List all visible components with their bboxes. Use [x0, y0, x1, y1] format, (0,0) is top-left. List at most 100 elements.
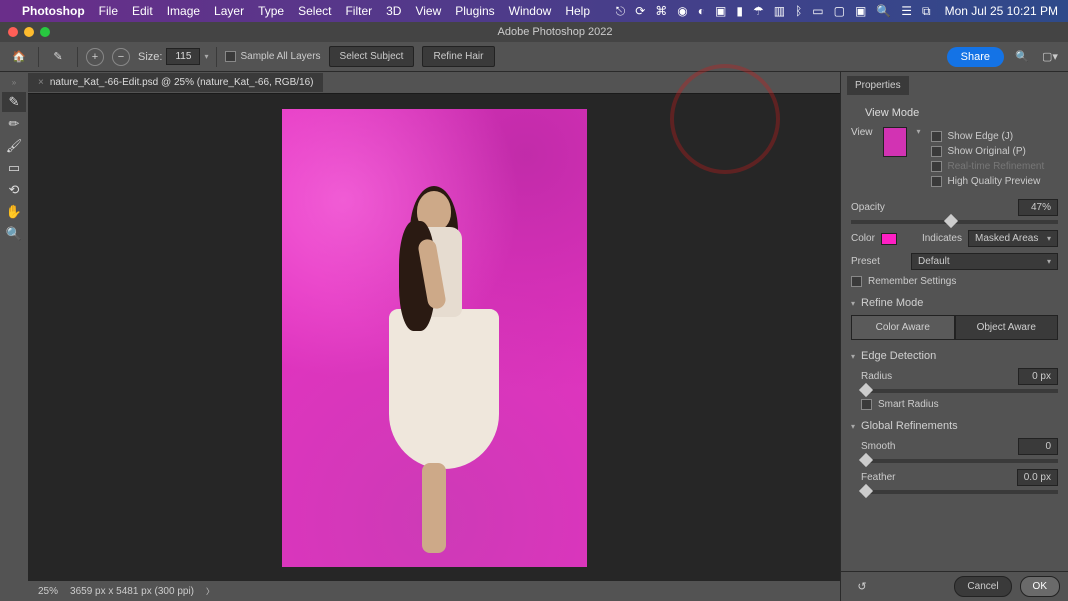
reset-icon[interactable]: ↺ — [853, 578, 871, 596]
radius-value[interactable]: 0 px — [1018, 368, 1058, 385]
refine-hair-button[interactable]: Refine Hair — [422, 46, 494, 67]
tools-expander-icon[interactable]: » — [12, 76, 16, 88]
ok-button[interactable]: OK — [1020, 576, 1060, 597]
size-input[interactable]: 115 — [166, 48, 200, 65]
properties-panel: Properties View Mode View ▾ Show Edge (J… — [840, 72, 1068, 601]
status-app1-icon[interactable]: ◉ — [677, 4, 687, 18]
feather-value[interactable]: 0.0 px — [1017, 469, 1058, 486]
app-name[interactable]: Photoshop — [22, 4, 85, 18]
status-sync-icon[interactable]: ⟳ — [635, 4, 645, 18]
color-aware-segment[interactable]: Color Aware — [851, 315, 955, 340]
status-bt-icon[interactable]: ᛒ — [795, 4, 802, 18]
workspace-icon[interactable]: ▢▾ — [1040, 47, 1060, 67]
remember-settings-checkbox[interactable]: Remember Settings — [851, 276, 1058, 287]
preset-dropdown[interactable]: Default▾ — [911, 253, 1058, 270]
status-app2-icon[interactable]: ◐ — [698, 4, 705, 18]
smooth-slider[interactable] — [861, 459, 1058, 463]
size-dropdown-icon[interactable]: ▾ — [204, 52, 208, 61]
opacity-value[interactable]: 47% — [1018, 199, 1058, 216]
smooth-value[interactable]: 0 — [1018, 438, 1058, 455]
document-tab[interactable]: × nature_Kat_-66-Edit.psd @ 25% (nature_… — [28, 73, 323, 92]
opacity-label: Opacity — [851, 202, 885, 213]
radius-slider[interactable] — [861, 389, 1058, 393]
status-camera-icon[interactable]: ▣ — [855, 4, 866, 18]
menu-plugins[interactable]: Plugins — [455, 4, 494, 18]
document-tab-label: nature_Kat_-66-Edit.psd @ 25% (nature_Ka… — [50, 77, 314, 88]
add-brush-icon[interactable]: + — [86, 48, 104, 66]
traffic-lights — [8, 27, 50, 37]
close-tab-icon[interactable]: × — [38, 77, 44, 88]
subtract-brush-icon[interactable]: − — [112, 48, 130, 66]
window-titlebar: Adobe Photoshop 2022 — [0, 22, 1068, 42]
hq-preview-checkbox[interactable]: High Quality Preview — [931, 176, 1058, 187]
indicates-label: Indicates — [922, 233, 962, 244]
menu-window[interactable]: Window — [509, 4, 552, 18]
menu-type[interactable]: Type — [258, 4, 284, 18]
smart-radius-checkbox[interactable]: Smart Radius — [861, 399, 1058, 410]
status-umbrella-icon[interactable]: ☂ — [753, 4, 764, 18]
menu-file[interactable]: File — [99, 4, 118, 18]
menu-edit[interactable]: Edit — [132, 4, 153, 18]
menu-help[interactable]: Help — [565, 4, 590, 18]
canvas[interactable] — [28, 94, 840, 581]
sample-all-layers-checkbox[interactable]: Sample All Layers — [225, 51, 320, 62]
menu-view[interactable]: View — [415, 4, 441, 18]
search-icon[interactable]: 🔍 — [1012, 47, 1032, 67]
menu-image[interactable]: Image — [167, 4, 200, 18]
edge-detection-header[interactable]: ▾ Edge Detection — [851, 350, 1058, 362]
show-original-checkbox[interactable]: Show Original (P) — [931, 146, 1058, 157]
zoom-window-icon[interactable] — [40, 27, 50, 37]
zoom-level[interactable]: 25% — [38, 586, 58, 597]
object-select-tool-icon[interactable]: ▭ — [2, 158, 26, 178]
indicates-dropdown[interactable]: Masked Areas▾ — [968, 230, 1058, 247]
hand-tool-icon[interactable]: ✋ — [2, 202, 26, 222]
status-fan-icon[interactable]: ⎋ — [616, 4, 626, 19]
status-bookmark-icon[interactable]: ▮ — [736, 4, 743, 18]
status-wifi-icon[interactable]: ⧉ — [922, 4, 931, 19]
minimize-window-icon[interactable] — [24, 27, 34, 37]
menu-filter[interactable]: Filter — [345, 4, 372, 18]
panel-footer: ↺ Cancel OK — [841, 571, 1068, 601]
feather-slider[interactable] — [861, 490, 1058, 494]
properties-tab[interactable]: Properties — [847, 76, 909, 95]
document-dimensions[interactable]: 3659 px x 5481 px (300 ppi) — [70, 586, 194, 597]
status-display-icon[interactable]: ▢ — [834, 4, 845, 18]
cancel-button[interactable]: Cancel — [954, 576, 1011, 597]
object-aware-segment[interactable]: Object Aware — [955, 315, 1059, 340]
zoom-tool-icon[interactable]: 🔍 — [2, 224, 26, 244]
show-edge-checkbox[interactable]: Show Edge (J) — [931, 131, 1058, 142]
home-icon[interactable]: 🏠 — [8, 46, 30, 68]
brush-tool-icon[interactable]: 🖌 — [2, 136, 26, 156]
color-swatch[interactable] — [881, 233, 897, 245]
view-dropdown-icon[interactable]: ▾ — [917, 127, 921, 136]
select-subject-button[interactable]: Select Subject — [329, 46, 415, 67]
refine-edge-brush-tool-icon[interactable]: ✏ — [2, 114, 26, 134]
close-window-icon[interactable] — [8, 27, 18, 37]
menu-3d[interactable]: 3D — [386, 4, 401, 18]
status-bars-icon[interactable]: ▥ — [774, 4, 785, 18]
global-refinements-header[interactable]: ▾ Global Refinements — [851, 420, 1058, 432]
lasso-tool-icon[interactable]: ⟲ — [2, 180, 26, 200]
view-thumbnail[interactable] — [883, 127, 907, 157]
quick-select-tool-icon[interactable]: ✎ — [2, 92, 26, 112]
refine-mode-segment[interactable]: Color Aware Object Aware — [851, 315, 1058, 340]
status-control-icon[interactable]: ☰ — [901, 4, 912, 18]
chevron-down-icon: ▾ — [851, 299, 855, 308]
mac-menubar: Photoshop File Edit Image Layer Type Sel… — [0, 0, 1068, 22]
current-tool-icon[interactable]: ✎ — [47, 46, 69, 68]
annotation-circle — [670, 64, 780, 174]
smooth-label: Smooth — [861, 441, 895, 452]
menu-layer[interactable]: Layer — [214, 4, 244, 18]
menubar-clock[interactable]: Mon Jul 25 10:21 PM — [945, 4, 1058, 18]
status-spotlight-icon[interactable]: 🔍 — [876, 4, 891, 18]
status-link-icon[interactable]: ⌘ — [655, 4, 667, 18]
menu-select[interactable]: Select — [298, 4, 331, 18]
status-flyout-icon[interactable]: 〉 — [206, 586, 214, 597]
status-screen-icon[interactable]: ▣ — [715, 4, 726, 18]
refine-mode-header[interactable]: ▾ Refine Mode — [851, 297, 1058, 309]
share-button[interactable]: Share — [947, 47, 1004, 67]
opacity-slider[interactable] — [851, 220, 1058, 224]
status-battery-icon[interactable]: ▭ — [812, 4, 823, 18]
status-bar: 25% 3659 px x 5481 px (300 ppi) 〉 — [28, 581, 840, 601]
document-image[interactable] — [282, 109, 587, 567]
